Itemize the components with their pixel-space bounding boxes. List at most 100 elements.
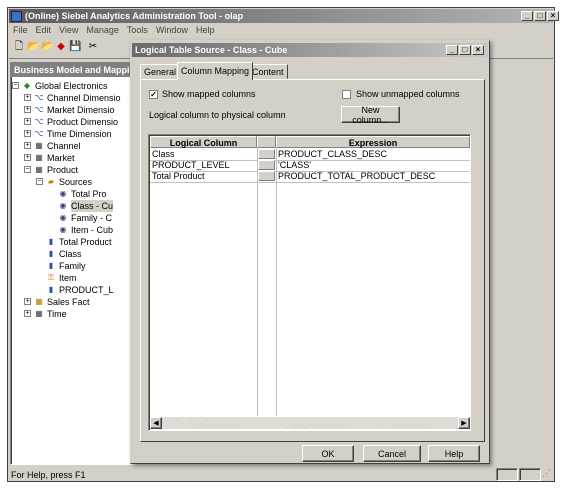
show-unmapped-label: Show unmapped columns — [356, 89, 460, 99]
dimension-icon: ⌥ — [34, 93, 44, 102]
collapse-icon[interactable]: − — [12, 82, 19, 89]
tree-item-label: Time — [47, 309, 67, 319]
expression-builder-button[interactable] — [258, 149, 275, 159]
open-folder-icon[interactable]: 📂 — [27, 41, 39, 53]
scroll-left-icon[interactable]: ◀ — [150, 417, 162, 429]
logical-column-cell[interactable]: PRODUCT_LEVEL — [152, 160, 230, 171]
new-column-button[interactable]: New column... — [341, 105, 400, 125]
tree-item-label: Total Product — [59, 237, 112, 247]
source-icon: ◉ — [59, 213, 67, 222]
dialog-close-icon[interactable]: × — [472, 45, 484, 55]
menu-edit[interactable]: Edit — [32, 24, 56, 36]
tree-item-label: Product — [47, 165, 79, 175]
table-icon: ▦ — [35, 153, 43, 162]
logical-column-cell[interactable]: Total Product — [152, 171, 205, 182]
logical-column-header[interactable]: Logical Column — [150, 136, 257, 148]
expand-icon[interactable]: + — [24, 94, 31, 101]
expression-header[interactable]: Expression — [276, 136, 470, 148]
tree-item-label: Class - Cu — [71, 200, 114, 212]
tree-item-label: Channel — [47, 141, 81, 151]
status-text: For Help, press F1 — [11, 470, 86, 480]
tab-column-mapping[interactable]: Column Mapping — [177, 62, 254, 80]
tree-item-label: Family - C — [71, 213, 112, 223]
tree-item-label: Global Electronics — [35, 81, 108, 91]
row-separator — [150, 182, 470, 183]
dimension-icon: ⌥ — [34, 105, 44, 114]
show-unmapped-checkbox[interactable] — [342, 90, 351, 99]
tree-item-label: Channel Dimensio — [47, 93, 121, 103]
main-title-bar[interactable]: (Online) Siebel Analytics Administration… — [9, 9, 559, 23]
tree-item-label: Total Pro — [71, 189, 107, 199]
resize-grip-icon[interactable]: ⋰ — [542, 468, 552, 479]
tree-item-label: Market Dimensio — [47, 105, 115, 115]
source-icon: ◉ — [59, 201, 67, 210]
menu-bar: File Edit View Manage Tools Window Help — [9, 24, 218, 36]
cancel-button[interactable]: Cancel — [363, 445, 421, 462]
menu-tools[interactable]: Tools — [123, 24, 152, 36]
expression-cell[interactable]: 'CLASS' — [278, 160, 311, 171]
tree-item-label: Item — [59, 273, 77, 283]
expression-builder-button[interactable] — [258, 171, 275, 181]
key-column-icon: ⚿ — [47, 273, 55, 282]
column-icon: ▮ — [48, 237, 54, 246]
expand-icon[interactable]: + — [24, 118, 31, 125]
horizontal-scrollbar[interactable] — [150, 417, 470, 429]
tree-item-label: Item - Cub — [71, 225, 114, 235]
status-pane — [519, 468, 541, 481]
dialog-maximize-icon[interactable]: □ — [459, 45, 471, 55]
tree-item-label: Family — [59, 261, 86, 271]
new-document-icon[interactable]: 🗋 — [13, 41, 25, 53]
source-icon: ◉ — [59, 189, 67, 198]
column-icon: ▮ — [48, 249, 54, 258]
tree-item-label: Time Dimension — [47, 129, 112, 139]
open-online-icon[interactable]: 📂 — [41, 41, 53, 53]
collapse-icon[interactable]: − — [36, 178, 43, 185]
minimize-icon[interactable]: _ — [521, 11, 533, 21]
logical-column-cell[interactable]: Class — [152, 149, 175, 160]
maximize-icon[interactable]: □ — [534, 11, 546, 21]
menu-manage[interactable]: Manage — [82, 24, 123, 36]
tree-item-label: Sources — [59, 177, 93, 187]
tree-item-label: Product Dimensio — [47, 117, 119, 127]
tree-item-label: PRODUCT_L — [59, 285, 114, 295]
table-icon: ▦ — [35, 141, 43, 150]
fact-table-icon: ▦ — [35, 297, 43, 306]
expand-icon[interactable]: + — [24, 106, 31, 113]
expression-cell[interactable]: PRODUCT_CLASS_DESC — [278, 149, 387, 160]
expand-icon[interactable]: + — [24, 310, 31, 317]
source-icon: ◉ — [59, 225, 67, 234]
menu-help[interactable]: Help — [192, 24, 219, 36]
save-icon[interactable]: 💾 — [69, 41, 81, 53]
menu-file[interactable]: File — [9, 24, 32, 36]
tab-general[interactable]: General — [140, 64, 181, 79]
show-mapped-checkbox[interactable]: ✓ — [149, 90, 158, 99]
menu-view[interactable]: View — [55, 24, 82, 36]
tab-content[interactable]: Content — [248, 64, 288, 79]
dialog-title-bar[interactable]: Logical Table Source - Class - Cube _ □ … — [132, 43, 488, 57]
expand-icon[interactable]: + — [24, 130, 31, 137]
close-icon[interactable]: × — [547, 11, 559, 21]
column-icon: ▮ — [48, 261, 54, 270]
dialog-minimize-icon[interactable]: _ — [446, 45, 458, 55]
business-model-pane-header: Business Model and Mappi — [11, 63, 132, 77]
cut-icon[interactable]: ✂ — [87, 41, 99, 53]
expression-cell[interactable]: PRODUCT_TOTAL_PRODUCT_DESC — [278, 171, 435, 182]
expand-icon[interactable]: + — [24, 154, 31, 161]
table-icon: ▦ — [35, 309, 43, 318]
import-icon[interactable]: ◆ — [55, 41, 67, 53]
expand-icon[interactable]: + — [24, 142, 31, 149]
ellipsis-column-header — [257, 136, 276, 148]
mapping-caption: Logical column to physical column — [149, 110, 286, 120]
show-mapped-label: Show mapped columns — [162, 89, 256, 99]
status-pane — [496, 468, 518, 481]
business-model-tree: − ◆ Global Electronics + ⌥ Channel Dimensio + ⌥… — [12, 80, 132, 380]
expression-builder-button[interactable] — [258, 160, 275, 170]
expand-icon[interactable]: + — [24, 298, 31, 305]
scroll-right-icon[interactable]: ▶ — [458, 417, 470, 429]
table-icon: ▦ — [35, 165, 43, 174]
collapse-icon[interactable]: − — [24, 166, 31, 173]
menu-window[interactable]: Window — [152, 24, 192, 36]
ok-button[interactable]: OK — [302, 445, 354, 462]
help-button[interactable]: Help — [428, 445, 480, 462]
grid-divider — [276, 148, 277, 416]
